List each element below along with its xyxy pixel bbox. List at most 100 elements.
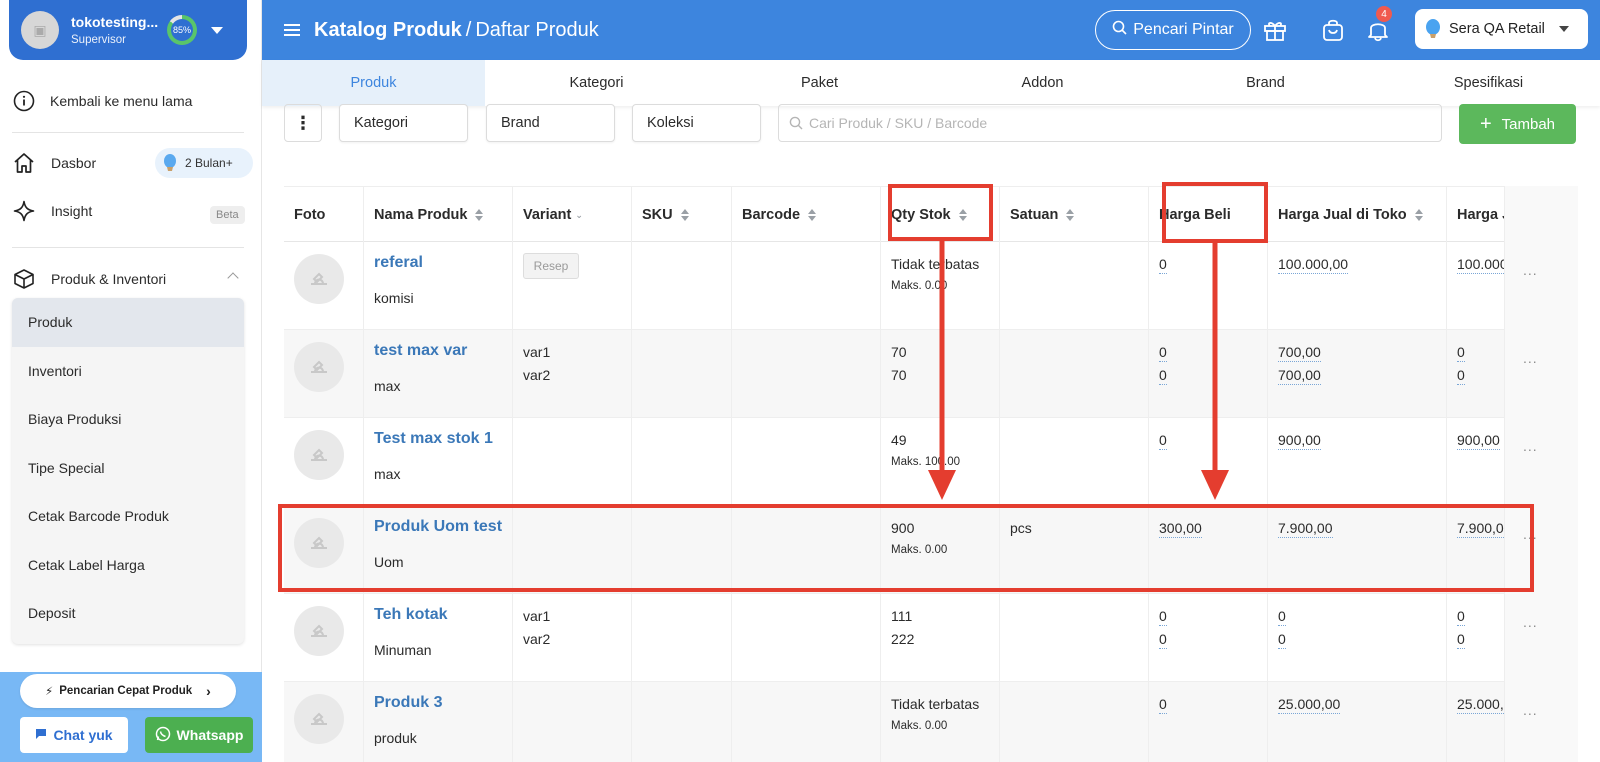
column-header-label: SKU [642, 207, 673, 223]
beta-badge: Beta [210, 206, 245, 224]
sidebar-item-cetak-label[interactable]: Cetak Label Harga [12, 541, 244, 590]
column-header-harga-jual-toko[interactable]: Harga Jual di Toko [1268, 187, 1447, 243]
account-role: Supervisor [71, 34, 126, 46]
annotation-box-highlight-row [278, 504, 1534, 592]
more-icon[interactable]: ... [1523, 350, 1538, 366]
table-row[interactable]: test max var max var1 var2 70 70 0 0 700,00 700,0… [284, 330, 1578, 418]
table-row[interactable]: Test max stok 1 max 49 Maks. 100.00 0 900,00 9… [284, 418, 1578, 506]
column-header-sku[interactable]: SKU [632, 187, 732, 243]
gift-icon[interactable] [1261, 16, 1289, 44]
sidebar-item-tipe-special[interactable]: Tipe Special [12, 444, 244, 493]
other-price-value[interactable]: 900,00 [1457, 432, 1500, 450]
table-cell: var1 var2 [513, 330, 632, 418]
tab-paket[interactable]: Paket [708, 60, 931, 106]
other-price-value[interactable]: 0 [1457, 367, 1465, 385]
store-name: Sera QA Retail [1449, 21, 1545, 37]
table-row[interactable]: referal komisi Resep Tidak terbatas Maks. 0.… [284, 242, 1578, 330]
more-icon[interactable]: ... [1523, 702, 1538, 718]
product-placeholder-icon[interactable] [294, 342, 344, 392]
buy-price-value[interactable]: 0 [1159, 696, 1167, 714]
breadcrumb-parent[interactable]: Katalog Produk [314, 19, 462, 42]
add-product-button[interactable]: + Tambah [1459, 104, 1576, 144]
product-name-link[interactable]: Teh kotak [374, 606, 448, 624]
smart-search-button[interactable]: Pencari Pintar [1095, 10, 1251, 50]
buy-price-value[interactable]: 0 [1159, 608, 1167, 626]
filter-brand[interactable]: Brand [486, 104, 615, 142]
table-cell [513, 682, 632, 762]
column-header-nama-produk[interactable]: Nama Produk [364, 187, 513, 243]
subscription-badge[interactable]: 2 Bulan+ [155, 148, 253, 178]
column-header-variant[interactable]: Variant ⌄ [513, 187, 632, 243]
whatsapp-button[interactable]: Whatsapp [145, 717, 253, 753]
store-price-value[interactable]: 700,00 [1278, 367, 1321, 385]
sidebar-section-produk-inventori[interactable]: Produk & Inventori [0, 266, 262, 292]
buy-price-value[interactable]: 0 [1159, 631, 1167, 649]
tab-spesifikasi[interactable]: Spesifikasi [1377, 60, 1600, 106]
sort-icon[interactable] [1066, 209, 1075, 221]
filter-kategori[interactable]: Kategori [339, 104, 468, 142]
chat-button[interactable]: Chat yuk [20, 717, 128, 753]
store-price-value[interactable]: 0 [1278, 608, 1286, 626]
sidebar-item-inventori[interactable]: Inventori [12, 347, 244, 396]
sidebar-item-produk[interactable]: Produk [12, 298, 244, 347]
more-options-button[interactable]: ⋮ [284, 104, 322, 142]
product-name-link[interactable]: test max var [374, 342, 467, 360]
tab-produk[interactable]: Produk [262, 60, 485, 106]
store-selector[interactable]: Sera QA Retail [1415, 9, 1588, 49]
more-icon[interactable]: ... [1523, 614, 1538, 630]
avatar: ▣ [21, 11, 59, 49]
column-header-barcode[interactable]: Barcode [732, 187, 881, 243]
tab-addon[interactable]: Addon [931, 60, 1154, 106]
product-name-link[interactable]: Produk 3 [374, 694, 442, 712]
buy-price-text: 0 [1159, 344, 1167, 362]
buy-price-value[interactable]: 0 [1159, 367, 1167, 385]
sidebar-item-cetak-barcode[interactable]: Cetak Barcode Produk [12, 492, 244, 541]
store-price-value[interactable]: 25.000,00 [1278, 696, 1341, 714]
product-name-link[interactable]: referal [374, 254, 423, 272]
sort-icon[interactable] [808, 209, 817, 221]
old-menu-link[interactable]: Kembali ke menu lama [0, 88, 262, 114]
store-price-value[interactable]: 900,00 [1278, 432, 1321, 450]
buy-price-value[interactable]: 0 [1159, 432, 1167, 450]
product-category: max [374, 378, 401, 394]
product-name-link[interactable]: Test max stok 1 [374, 430, 493, 448]
bolt-icon: ⚡ [45, 686, 54, 698]
sidebar-item-deposit[interactable]: Deposit [12, 589, 244, 638]
sort-icon[interactable] [475, 209, 484, 221]
filter-koleksi[interactable]: Koleksi [632, 104, 761, 142]
account-switcher[interactable]: ▣ tokotesting... Supervisor 85% [9, 0, 247, 60]
other-price-value[interactable]: 0 [1457, 631, 1465, 649]
buy-price-value[interactable]: 0 [1159, 344, 1167, 362]
tab-brand[interactable]: Brand [1154, 60, 1377, 106]
search-input[interactable] [809, 115, 1409, 131]
hamburger-menu-icon[interactable] [284, 24, 300, 36]
more-icon[interactable]: ... [1523, 262, 1538, 278]
table-row[interactable]: Teh kotak Minuman var1 var2 111 222 0 0 0 0 0 0 [284, 594, 1578, 682]
other-price-value[interactable]: 100.000 [1457, 256, 1508, 274]
buy-price-value[interactable]: 0 [1159, 256, 1167, 274]
table-row[interactable]: Produk 3 produk Tidak terbatas Maks. 0.00 0 2… [284, 682, 1578, 762]
other-price-value[interactable]: 0 [1457, 344, 1465, 362]
product-placeholder-icon[interactable] [294, 606, 344, 656]
column-header-satuan[interactable]: Satuan [1000, 187, 1149, 243]
product-placeholder-icon[interactable] [294, 254, 344, 304]
more-icon[interactable]: ... [1523, 438, 1538, 454]
store-price-value[interactable]: 0 [1278, 631, 1286, 649]
sort-icon[interactable] [1414, 209, 1423, 221]
sort-icon[interactable] [680, 209, 689, 221]
table-cell [513, 418, 632, 506]
product-placeholder-icon[interactable] [294, 430, 344, 480]
store-price-value[interactable]: 700,00 [1278, 344, 1321, 362]
bag-icon[interactable] [1319, 16, 1347, 44]
sidebar-item-biaya-produksi[interactable]: Biaya Produksi [12, 395, 244, 444]
table-cell [1000, 682, 1149, 762]
tab-kategori[interactable]: Kategori [485, 60, 708, 106]
store-price-value[interactable]: 100.000,00 [1278, 256, 1349, 274]
other-price-value[interactable]: 0 [1457, 608, 1465, 626]
table-cell: 0 [1149, 682, 1268, 762]
column-header-label: Barcode [742, 207, 801, 223]
chevron-down-icon[interactable] [211, 26, 223, 34]
quick-search-button[interactable]: ⚡ Pencarian Cepat Produk › [20, 674, 236, 708]
column-header-label: Foto [294, 207, 326, 223]
product-placeholder-icon[interactable] [294, 694, 344, 744]
